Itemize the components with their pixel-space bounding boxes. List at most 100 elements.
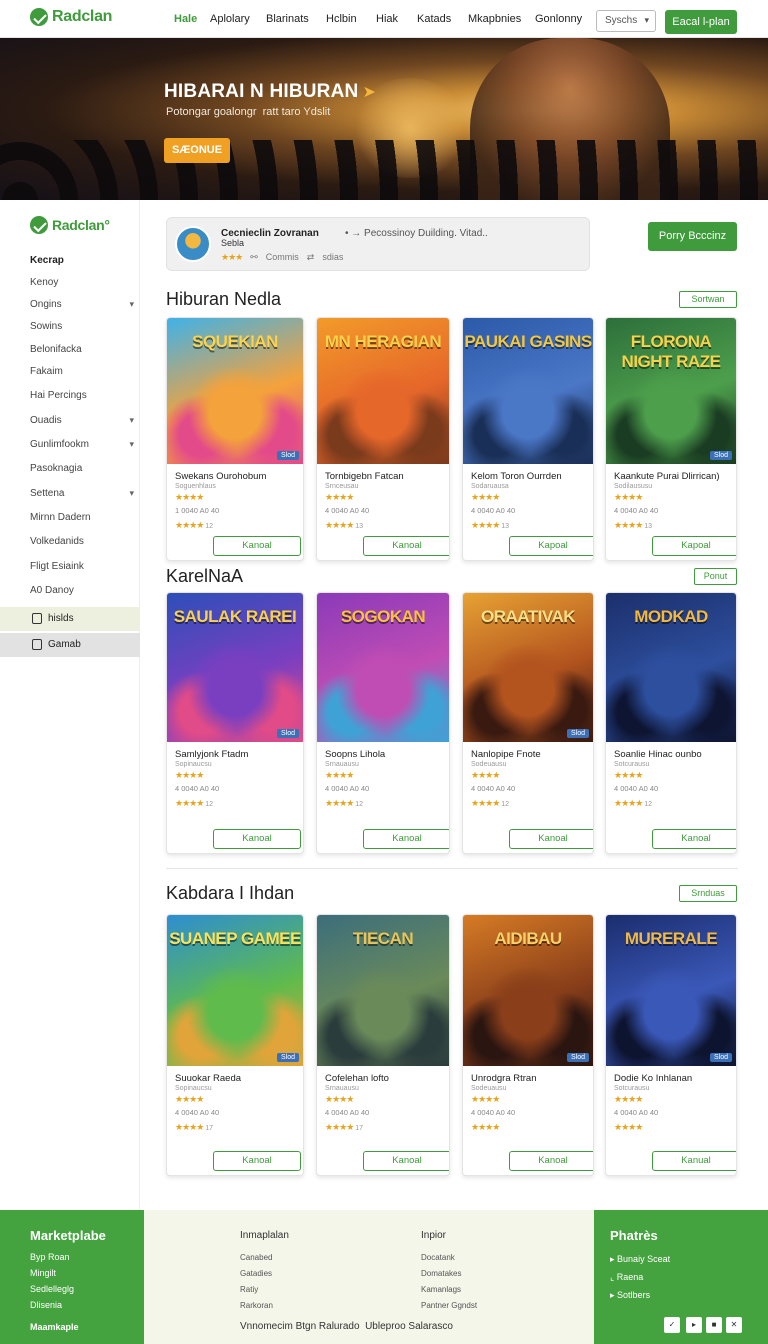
nav-item-2[interactable]: Aplolary (210, 13, 250, 25)
rating-stars: ★★★★ (175, 770, 204, 780)
install-button[interactable]: Kanoal (652, 829, 736, 849)
nav-item-7[interactable]: Mkapbnies (468, 13, 521, 25)
sidebar-item[interactable]: Sowins (30, 321, 134, 332)
social-square-icon[interactable]: ■ (706, 1317, 722, 1333)
section-link-2[interactable]: Ponut (694, 568, 737, 585)
sidebar-item[interactable]: Ongins ▾ (30, 299, 134, 310)
install-button[interactable]: Kanoal (363, 1151, 449, 1171)
footer-link[interactable]: Mingilt (30, 1268, 56, 1278)
footer-link[interactable]: Pantner Ggndst (421, 1301, 477, 1310)
nav-item-5[interactable]: Hiak (376, 13, 398, 25)
game-thumbnail[interactable]: TIECAN (317, 915, 449, 1066)
sidebar-item[interactable]: Ouadis ▾ (30, 415, 134, 426)
game-card[interactable]: SQUEKIAN Slod Swekans Ourohobum Soguenhlaus… (166, 317, 304, 561)
footer-link[interactable]: Docatank (421, 1253, 455, 1262)
sidebar-item-label: Ongins (30, 299, 62, 310)
game-card[interactable]: SAULAK RAREI Slod Samlyjonk Ftadm Sopinaucs… (166, 592, 304, 854)
sidebar-item[interactable]: Kenoy (30, 277, 134, 288)
hero-button[interactable]: SÆONUE (164, 138, 230, 163)
sidebar-item[interactable]: Fligt Esiaink (30, 561, 134, 572)
install-button[interactable]: Kanoal (213, 536, 301, 556)
rating-stars-secondary: ★★★★ (614, 1122, 644, 1133)
sidebar-item[interactable]: A0 Danoy (30, 585, 134, 596)
sidebar-item[interactable]: Fakaim (30, 366, 134, 377)
sidebar-item[interactable]: Hai Percings (30, 390, 134, 401)
install-button[interactable]: Kanoal (213, 829, 301, 849)
social-play-icon[interactable]: ▸ (686, 1317, 702, 1333)
install-button[interactable]: Kapoal (652, 536, 736, 556)
game-thumbnail[interactable]: MODKAD (606, 593, 736, 742)
game-card[interactable]: TIECAN Cofelehan lofto Srnauausu ★★★★ 4 0040… (316, 914, 450, 1176)
install-button[interactable]: Kanoal (363, 536, 449, 556)
nav-select[interactable]: Syschs ▾ (596, 10, 656, 32)
nav-item-4[interactable]: Hclbin (326, 13, 357, 25)
sidebar-item[interactable]: Mirnn Dadern (30, 512, 134, 523)
footer-link[interactable]: Canabed (240, 1253, 272, 1262)
install-button[interactable]: Kanual (652, 1151, 736, 1171)
nav-cta-button[interactable]: Eacal l-plan (665, 10, 737, 34)
footer-link[interactable]: Rarkoran (240, 1301, 273, 1310)
game-thumbnail[interactable]: AIDIBAU Slod (463, 915, 593, 1066)
sidebar-item-highlighted-2[interactable]: Gamab (0, 633, 140, 657)
nav-item-6[interactable]: Katads (417, 13, 451, 25)
footer-link[interactable]: Kamanlags (421, 1285, 461, 1294)
sidebar-item[interactable]: Belonifacka (30, 344, 134, 355)
nav-item-3[interactable]: Blarinats (266, 13, 309, 25)
game-thumbnail[interactable]: SAULAK RAREI Slod (167, 593, 303, 742)
section-link-3[interactable]: Srnduas (679, 885, 737, 902)
footer-link[interactable]: Byp Roan (30, 1252, 70, 1262)
game-thumbnail[interactable]: MURERALE Slod (606, 915, 736, 1066)
game-card[interactable]: MN HERAGIAN Tornbigebn Fatcan Srnceusau ★★★… (316, 317, 450, 561)
nav-item-home[interactable]: Hale (174, 13, 197, 25)
game-card[interactable]: SUANEP GAMEE Slod Suuokar Raeda Sopinaucsu ★… (166, 914, 304, 1176)
game-card[interactable]: FLORONA NIGHT RAZE Slod Kaankute Purai Dli… (605, 317, 737, 561)
sidebar-item[interactable]: Gunlimfookm ▾ (30, 439, 134, 450)
footer-link[interactable]: Dlisenia (30, 1300, 62, 1310)
game-card[interactable]: MURERALE Slod Dodie Ko Inhlanan Sotcurausu ★… (605, 914, 737, 1176)
game-card[interactable]: MODKAD Soanlie Hinac ounbo Sotcurausu ★★★★ 4… (605, 592, 737, 854)
game-cover-title: MODKAD (634, 607, 708, 626)
install-button[interactable]: Kanoal (363, 829, 449, 849)
sidebar-item[interactable]: Settena ▾ (30, 488, 134, 499)
rating-stars: ★★★★ (614, 1094, 643, 1104)
brand-logo[interactable]: Radclan (30, 8, 112, 26)
footer-link[interactable]: Gatadies (240, 1269, 272, 1278)
sidebar-item[interactable]: Volkedanids (30, 536, 134, 547)
game-card[interactable]: ORAATIVAK Slod Nanlopipe Fnote Sodeuausu ★★★… (462, 592, 594, 854)
game-card[interactable]: SOGOKAN Soopns Lihola Srnauausu ★★★★ 4 0040 … (316, 592, 450, 854)
section-link-1[interactable]: Sortwan (679, 291, 737, 308)
thumbnail-badge: Slod (709, 451, 732, 460)
primary-cta-button[interactable]: Porry Bcccinz (648, 222, 737, 251)
game-thumbnail[interactable]: ORAATIVAK Slod (463, 593, 593, 742)
section-title-3: Kabdara I Ihdan (166, 883, 295, 903)
nav-item-8[interactable]: Gonlonny (535, 13, 582, 25)
game-thumbnail[interactable]: SQUEKIAN Slod (167, 318, 303, 464)
game-thumbnail[interactable]: SOGOKAN (317, 593, 449, 742)
social-check-icon[interactable]: ✓ (664, 1317, 680, 1333)
game-card[interactable]: AIDIBAU Slod Unrodgra Rtran Sodeuausu ★★★★ 4 … (462, 914, 594, 1176)
footer-link[interactable]: Ratiy (240, 1285, 258, 1294)
game-thumbnail[interactable]: SUANEP GAMEE Slod (167, 915, 303, 1066)
game-thumbnail[interactable]: FLORONA NIGHT RAZE Slod (606, 318, 736, 464)
install-button[interactable]: Kanoal (213, 1151, 301, 1171)
sidebar-logo[interactable]: Radclan° (30, 216, 110, 234)
install-button[interactable]: Kanoal (509, 829, 593, 849)
install-button[interactable]: Kanoal (509, 1151, 593, 1171)
footer-left-bottom[interactable]: Maamkaple (30, 1322, 79, 1332)
game-meta: 4 0040 A0 40 (325, 1108, 370, 1117)
sidebar-item-highlighted-1[interactable]: hislds (0, 607, 140, 631)
footer-link[interactable]: ▸ Bunaiy Sceat (610, 1254, 670, 1265)
sidebar-item[interactable]: Pasoknagia (30, 463, 134, 474)
footer-link[interactable]: Sedlelleglg (30, 1284, 74, 1294)
footer-link[interactable]: ▸ Sotlbers (610, 1290, 650, 1301)
hero-title: HIBARAI N HIBURAN ➤ (164, 81, 376, 103)
game-thumbnail[interactable]: PAUKAI GASINS (463, 318, 593, 464)
install-button[interactable]: Kapoal (509, 536, 593, 556)
game-card[interactable]: PAUKAI GASINS Kelom Toron Ourrden Sodaruau… (462, 317, 594, 561)
footer-link[interactable]: ⌞ Raena (610, 1272, 643, 1283)
footer-link[interactable]: Domatakes (421, 1269, 461, 1278)
featured-info-card[interactable]: Cecnieclin Zovranan • → Pecossinoy Duild… (166, 217, 590, 271)
chevron-down-icon: ▾ (129, 299, 134, 309)
social-close-icon[interactable]: ✕ (726, 1317, 742, 1333)
game-thumbnail[interactable]: MN HERAGIAN (317, 318, 449, 464)
